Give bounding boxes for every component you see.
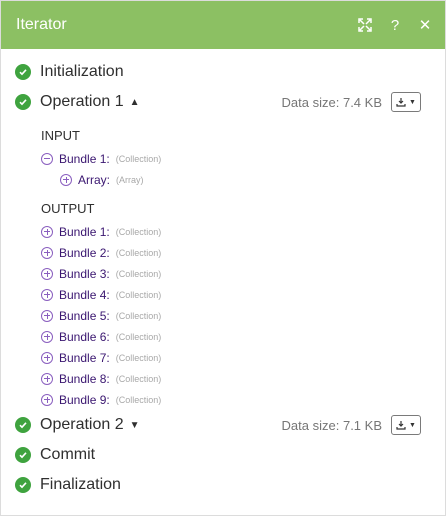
- bundle-type: (Collection): [115, 310, 162, 321]
- expand-plus-icon[interactable]: [41, 267, 53, 280]
- download-icon: [396, 98, 406, 107]
- panel-title: Iterator: [16, 16, 67, 33]
- header-actions: ? ✕: [357, 17, 433, 34]
- expand-plus-icon[interactable]: [41, 330, 53, 343]
- bundle-type: (Collection): [115, 289, 162, 300]
- bundle-key: Bundle 6:: [59, 329, 110, 344]
- expand-plus-icon[interactable]: [41, 246, 53, 259]
- output-bundle-row[interactable]: Bundle 6: (Collection): [13, 326, 433, 347]
- expand-plus-icon[interactable]: [41, 288, 53, 301]
- operation-2[interactable]: Operation 2 ▼ Data size: 7.1 KB ▼: [13, 410, 433, 440]
- expand-plus-icon[interactable]: [41, 309, 53, 322]
- output-bundle-row[interactable]: Bundle 2: (Collection): [13, 242, 433, 263]
- check-circle-icon: [15, 64, 31, 80]
- output-title: OUTPUT: [41, 200, 95, 216]
- bundle-key: Bundle 1:: [59, 151, 110, 166]
- output-bundle-row[interactable]: Bundle 8: (Collection): [13, 368, 433, 389]
- input-array-row[interactable]: Array: (Array): [13, 169, 433, 190]
- expand-icon[interactable]: [357, 17, 373, 33]
- bundle-type: (Collection): [115, 268, 162, 279]
- operation-label: Operation 1: [40, 93, 124, 110]
- check-circle-icon: [15, 447, 31, 463]
- expand-plus-icon[interactable]: [60, 173, 72, 186]
- data-size: Data size: 7.1 KB ▼: [282, 415, 421, 435]
- bundle-key: Bundle 2:: [59, 245, 110, 260]
- bundle-key: Bundle 4:: [59, 287, 110, 302]
- iterator-panel: Iterator ? ✕ Initialization Operation 1: [0, 0, 446, 516]
- bundle-key: Bundle 1:: [59, 224, 110, 239]
- panel-header: Iterator ? ✕: [1, 1, 445, 49]
- collapse-minus-icon[interactable]: [41, 152, 53, 165]
- expand-plus-icon[interactable]: [41, 393, 53, 406]
- bundle-type: (Collection): [115, 373, 162, 384]
- data-size-text: Data size: 7.1 KB: [281, 417, 382, 433]
- array-type: (Array): [116, 174, 144, 185]
- operations-list: Initialization Operation 1 ▲ Data size: …: [1, 49, 445, 500]
- bundle-type: (Collection): [115, 226, 162, 237]
- input-title: INPUT: [41, 127, 80, 143]
- bundle-type: (Collection): [115, 153, 162, 164]
- output-bundle-row[interactable]: Bundle 5: (Collection): [13, 305, 433, 326]
- output-bundle-row[interactable]: Bundle 3: (Collection): [13, 263, 433, 284]
- data-size-text: Data size: 7.4 KB: [281, 94, 382, 110]
- help-icon[interactable]: ?: [387, 17, 403, 34]
- operation-label: Initialization: [40, 63, 124, 80]
- chevron-down-icon: ▼: [409, 421, 416, 429]
- bundle-type: (Collection): [115, 394, 162, 405]
- close-icon[interactable]: ✕: [417, 17, 433, 34]
- output-bundles: Bundle 1: (Collection) Bundle 2: (Collectio…: [13, 221, 433, 410]
- download-button[interactable]: ▼: [391, 92, 421, 112]
- download-button[interactable]: ▼: [391, 415, 421, 435]
- operation-1[interactable]: Operation 1 ▲ Data size: 7.4 KB ▼: [13, 87, 433, 117]
- expand-plus-icon[interactable]: [41, 225, 53, 238]
- operation-initialization: Initialization: [13, 57, 433, 87]
- bundle-type: (Collection): [115, 352, 162, 363]
- download-icon: [396, 421, 406, 430]
- output-bundle-row[interactable]: Bundle 1: (Collection): [13, 221, 433, 242]
- operation-commit: Commit: [13, 440, 433, 470]
- operation-label: Operation 2: [40, 416, 124, 433]
- expand-plus-icon[interactable]: [41, 351, 53, 364]
- chevron-down-icon: ▼: [409, 98, 416, 106]
- check-circle-icon: [15, 417, 31, 433]
- expand-caret-icon[interactable]: ▼: [130, 420, 140, 431]
- output-bundle-row[interactable]: Bundle 7: (Collection): [13, 347, 433, 368]
- bundle-key: Bundle 3:: [59, 266, 110, 281]
- array-key: Array:: [78, 172, 111, 187]
- check-circle-icon: [15, 477, 31, 493]
- operation-finalization: Finalization: [13, 470, 433, 500]
- data-size: Data size: 7.4 KB ▼: [282, 92, 421, 112]
- bundle-type: (Collection): [115, 331, 162, 342]
- bundle-type: (Collection): [115, 247, 162, 258]
- operation-label: Commit: [40, 446, 96, 463]
- bundle-key: Bundle 7:: [59, 350, 110, 365]
- output-bundle-row[interactable]: Bundle 4: (Collection): [13, 284, 433, 305]
- bundle-key: Bundle 5:: [59, 308, 110, 323]
- collapse-caret-icon[interactable]: ▲: [130, 97, 140, 108]
- expand-plus-icon[interactable]: [41, 372, 53, 385]
- operation-label: Finalization: [40, 476, 121, 493]
- input-bundle-row[interactable]: Bundle 1: (Collection): [13, 148, 433, 169]
- bundle-key: Bundle 8:: [59, 371, 110, 386]
- bundle-key: Bundle 9:: [59, 392, 110, 407]
- output-bundle-row[interactable]: Bundle 9: (Collection): [13, 389, 433, 410]
- check-circle-icon: [15, 94, 31, 110]
